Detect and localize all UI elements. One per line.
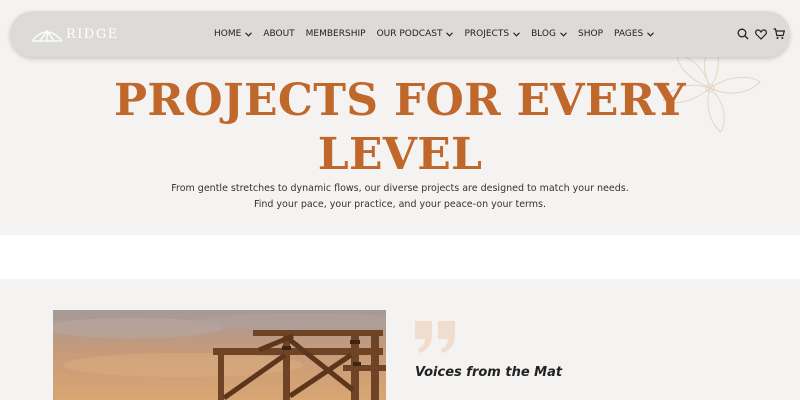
- nav-item-label: ABOUT: [263, 29, 295, 39]
- nav-item-pages[interactable]: PAGES: [614, 29, 655, 39]
- chevron-down-icon: [647, 31, 655, 37]
- hero-subtitle: From gentle stretches to dynamic flows, …: [120, 181, 680, 213]
- logo-mark-icon: [31, 29, 63, 42]
- cart-icon[interactable]: [772, 27, 786, 41]
- quote-mark-icon: [415, 321, 455, 353]
- search-icon[interactable]: [736, 27, 750, 41]
- nav-item-label: HOME: [214, 29, 242, 39]
- chevron-down-icon: [513, 31, 520, 37]
- nav-item-home[interactable]: HOME: [214, 29, 253, 39]
- nav-item-blog[interactable]: BLOG: [531, 29, 567, 39]
- wooden-structure-image: [53, 310, 386, 400]
- testimonial-heading: Voices from the Mat: [415, 365, 563, 380]
- nav-item-label: PAGES: [614, 29, 644, 39]
- nav-item-label: OUR PODCAST: [376, 29, 443, 39]
- subtitle-line-1: From gentle stretches to dynamic flows, …: [171, 183, 629, 194]
- nav-item-label: SHOP: [578, 29, 603, 39]
- chevron-down-icon: [245, 31, 253, 37]
- logo-text: RIDGE: [66, 26, 119, 42]
- nav-item-shop[interactable]: SHOP: [578, 29, 603, 39]
- nav-icons: [732, 27, 786, 41]
- nav-item-label: MEMBERSHIP: [305, 29, 366, 39]
- project-photo: [53, 310, 386, 400]
- nav-item-projects[interactable]: PROJECTS: [464, 29, 520, 39]
- nav-item-about[interactable]: ABOUT: [263, 29, 294, 39]
- logo[interactable]: RIDGE: [30, 25, 119, 43]
- nav-item-label: BLOG: [531, 29, 556, 39]
- heart-icon[interactable]: [754, 27, 768, 41]
- chevron-down-icon: [560, 31, 567, 37]
- chevron-down-icon: [446, 31, 454, 37]
- subtitle-line-2: Find your pace, your practice, and your …: [253, 199, 547, 210]
- main-navigation: RIDGE HOME ABOUT MEMBERSHIP OUR PODCAST …: [10, 11, 790, 57]
- nav-item-our-podcast[interactable]: OUR PODCAST: [377, 29, 454, 39]
- nav-item-label: PROJECTS: [464, 29, 510, 39]
- nav-menu: HOME ABOUT MEMBERSHIP OUR PODCAST PROJEC…: [214, 11, 665, 57]
- title-line-1: PROJECTS FOR EVERY: [114, 75, 686, 126]
- page-title: PROJECTS FOR EVERY LEVEL: [100, 74, 700, 182]
- white-band: [0, 235, 800, 279]
- nav-item-membership[interactable]: MEMBERSHIP: [306, 29, 366, 39]
- title-line-2: LEVEL: [317, 129, 483, 180]
